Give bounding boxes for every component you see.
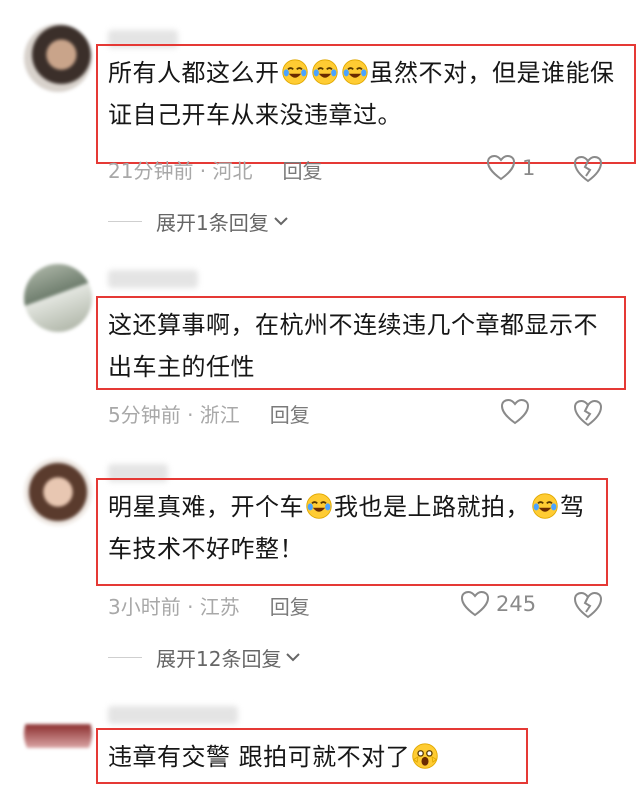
comment-text-box: 违章有交警 跟拍可就不对了 — [96, 728, 528, 784]
heart-outline-icon — [500, 398, 530, 425]
comment-time-location: 21分钟前 · 河北 — [108, 158, 253, 183]
laughing-tears-emoji — [281, 59, 308, 85]
like-count: 245 — [496, 592, 537, 616]
reply-button[interactable]: 回复 — [270, 591, 310, 620]
comment-meta: 21分钟前 · 河北 回复 — [108, 154, 323, 184]
divider-line — [108, 220, 142, 222]
laughing-tears-emoji — [341, 59, 368, 85]
like-button[interactable] — [500, 398, 530, 426]
broken-heart-icon[interactable] — [572, 398, 604, 428]
shocked-face-emoji — [412, 743, 438, 769]
username-blurred[interactable] — [108, 706, 238, 724]
broken-heart-icon[interactable] — [572, 590, 604, 620]
chevron-down-icon — [274, 217, 288, 226]
comment-text-box: 这还算事啊，在杭州不连续违几个章都显示不出车主的任性 — [96, 296, 626, 390]
reply-button[interactable]: 回复 — [270, 399, 310, 428]
comment-meta: 3小时前 · 江苏 回复 — [108, 590, 310, 620]
avatar[interactable] — [24, 24, 92, 92]
comment-text: 所有人都这么开 虽然不对，但是谁能保证自己开车从来没违章过。 — [108, 59, 615, 129]
laughing-tears-emoji — [532, 493, 558, 519]
laughing-tears-emoji — [311, 59, 338, 85]
comment-meta: 5分钟前 · 浙江 回复 — [108, 398, 310, 428]
avatar[interactable] — [24, 458, 92, 526]
comment-time-location: 5分钟前 · 浙江 — [108, 402, 240, 427]
broken-heart-icon[interactable] — [572, 154, 604, 184]
like-count: 1 — [522, 156, 536, 180]
avatar[interactable] — [24, 264, 92, 332]
comment-text-box: 明星真难，开个车 我也是上路就拍， 驾车技术不好咋整！ — [96, 478, 608, 586]
username-blurred[interactable] — [108, 270, 198, 288]
expand-replies-button[interactable]: 展开12条回复 — [108, 642, 301, 672]
reply-button[interactable]: 回复 — [283, 155, 323, 184]
comment-time-location: 3小时前 · 江苏 — [108, 594, 240, 619]
expand-replies-label: 展开1条回复 — [156, 210, 269, 235]
comment-text: 明星真难，开个车 我也是上路就拍， 驾车技术不好咋整！ — [108, 493, 585, 563]
chevron-down-icon — [286, 653, 301, 662]
like-button[interactable]: 245 — [460, 590, 536, 618]
heart-outline-icon — [486, 154, 516, 181]
comment-list: 所有人都这么开 虽然不对，但是谁能保证自己开车从来没违章过。 21分钟前 · 河北… — [0, 0, 636, 786]
expand-replies-label: 展开12条回复 — [156, 646, 282, 671]
laughing-tears-emoji — [306, 493, 332, 519]
like-button[interactable]: 1 — [486, 154, 535, 182]
expand-replies-button[interactable]: 展开1条回复 — [108, 206, 289, 236]
avatar[interactable] — [24, 700, 92, 768]
heart-outline-icon — [460, 590, 490, 617]
comment-text-box: 所有人都这么开 虽然不对，但是谁能保证自己开车从来没违章过。 — [96, 44, 636, 164]
divider-line — [108, 656, 142, 658]
comment-text: 这还算事啊，在杭州不连续违几个章都显示不出车主的任性 — [108, 311, 598, 381]
comment-text: 违章有交警 跟拍可就不对了 — [108, 736, 516, 778]
